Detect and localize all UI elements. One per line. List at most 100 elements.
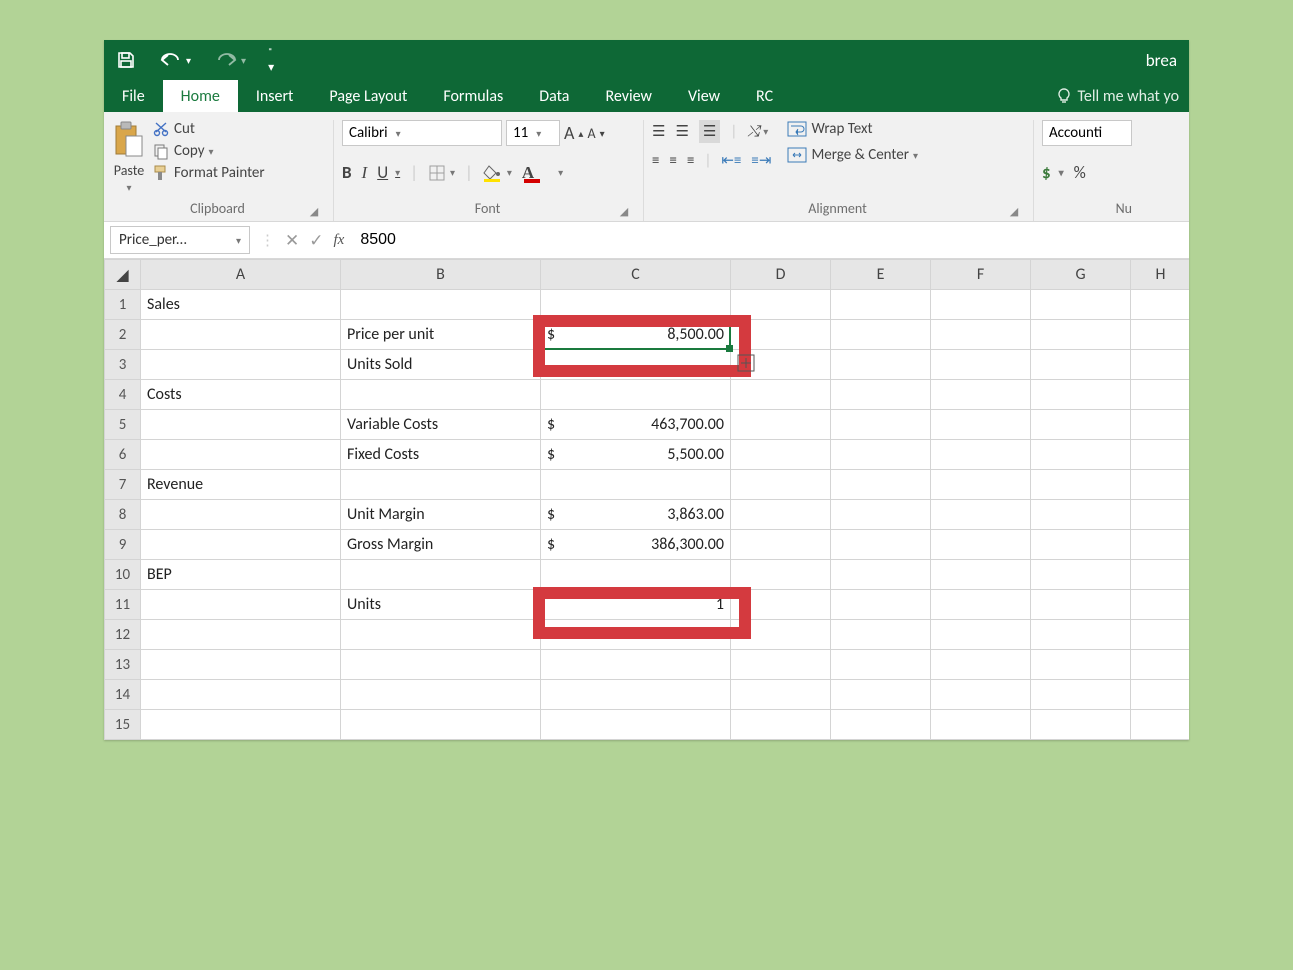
align-left-icon[interactable]: ≡ [652,152,659,170]
cell[interactable] [341,650,541,680]
align-center-icon[interactable]: ≡ [669,152,676,170]
row-header[interactable]: 3 [105,350,141,380]
italic-button[interactable]: I [362,163,368,183]
align-middle-icon[interactable]: ☰ [675,122,688,141]
save-icon[interactable] [116,50,136,70]
tab-review[interactable]: Review [587,80,670,112]
font-size-combo[interactable]: 11▾ [506,120,560,146]
row-header[interactable]: 8 [105,500,141,530]
cell[interactable] [1131,500,1190,530]
accounting-format-button[interactable]: $▾ [1042,162,1064,183]
cell[interactable] [1131,410,1190,440]
bold-button[interactable]: B [342,162,352,183]
row-header[interactable]: 1 [105,290,141,320]
tell-me-search[interactable]: Tell me what yo [1056,80,1189,112]
cell[interactable] [731,590,831,620]
col-header-E[interactable]: E [831,260,931,290]
tab-rc[interactable]: RC [738,80,791,112]
cell[interactable] [341,710,541,740]
merge-center-button[interactable]: Merge & Center ▾ [787,146,918,164]
font-name-combo[interactable]: Calibri▾ [342,120,502,146]
cell[interactable] [141,350,341,380]
cell[interactable] [731,500,831,530]
col-header-D[interactable]: D [731,260,831,290]
cell[interactable]: Revenue [141,470,341,500]
col-header-C[interactable]: C [541,260,731,290]
increase-indent-icon[interactable]: ≡⇥ [751,151,771,170]
cell[interactable] [1031,590,1131,620]
row-header[interactable]: 4 [105,380,141,410]
cell[interactable] [831,380,931,410]
cell[interactable] [731,410,831,440]
cell[interactable]: Variable Costs [341,410,541,440]
increase-font-icon[interactable]: A▴ [564,122,583,144]
cell[interactable] [1131,590,1190,620]
cell[interactable] [931,440,1031,470]
cell[interactable] [541,350,731,380]
col-header-B[interactable]: B [341,260,541,290]
tab-file[interactable]: File [104,80,163,112]
cell[interactable] [1031,620,1131,650]
cell[interactable] [1131,290,1190,320]
cell[interactable] [831,650,931,680]
cell[interactable] [931,320,1031,350]
cell[interactable] [831,530,931,560]
cell[interactable] [731,650,831,680]
cell[interactable] [831,320,931,350]
row-header[interactable]: 11 [105,590,141,620]
cell[interactable] [1131,530,1190,560]
cell[interactable] [731,620,831,650]
cell[interactable] [1031,710,1131,740]
row-header[interactable]: 13 [105,650,141,680]
borders-button[interactable]: ▾ [428,164,455,182]
cell[interactable] [1131,620,1190,650]
row-header[interactable]: 6 [105,440,141,470]
number-format-combo[interactable]: Accounti [1042,120,1132,146]
row-header[interactable]: 12 [105,620,141,650]
cell[interactable] [541,380,731,410]
cell[interactable] [831,410,931,440]
cell[interactable] [1131,440,1190,470]
cell[interactable]: Fixed Costs [341,440,541,470]
col-header-F[interactable]: F [931,260,1031,290]
cell[interactable] [141,590,341,620]
tab-formulas[interactable]: Formulas [425,80,521,112]
cell[interactable] [541,710,731,740]
format-painter-button[interactable]: Format Painter [152,164,265,182]
cell[interactable] [1131,680,1190,710]
cell[interactable] [141,500,341,530]
cell[interactable] [831,680,931,710]
undo-icon[interactable]: ▾ [158,50,191,70]
wrap-text-button[interactable]: Wrap Text [787,120,918,138]
cell[interactable]: Units Sold [341,350,541,380]
spreadsheet-grid[interactable]: ◢ A B C D E F G H 1Sales2Price per unit$… [104,259,1189,740]
redo-icon[interactable]: ▾ [213,50,246,70]
cell[interactable] [1031,650,1131,680]
cell[interactable]: Gross Margin [341,530,541,560]
cell[interactable] [931,710,1031,740]
cell[interactable] [1031,560,1131,590]
tab-home[interactable]: Home [163,80,238,112]
alignment-dialog-launcher-icon[interactable]: ◢ [1007,205,1021,219]
col-header-G[interactable]: G [1031,260,1131,290]
cell[interactable] [831,620,931,650]
cell[interactable] [541,560,731,590]
fill-color-button[interactable]: ▾ [483,164,512,182]
cell[interactable] [931,290,1031,320]
cell[interactable] [931,560,1031,590]
cell[interactable] [931,500,1031,530]
tab-view[interactable]: View [670,80,738,112]
cell[interactable] [831,590,931,620]
cell[interactable] [831,290,931,320]
cell[interactable] [931,380,1031,410]
cell[interactable] [1031,440,1131,470]
col-header-H[interactable]: H [1131,260,1190,290]
cell[interactable]: Unit Margin [341,500,541,530]
cell[interactable] [931,410,1031,440]
cell[interactable] [141,440,341,470]
cell[interactable] [341,380,541,410]
cell[interactable] [341,470,541,500]
cell[interactable] [831,560,931,590]
cell[interactable] [1131,650,1190,680]
copy-button[interactable]: Copy ▾ [152,142,265,160]
